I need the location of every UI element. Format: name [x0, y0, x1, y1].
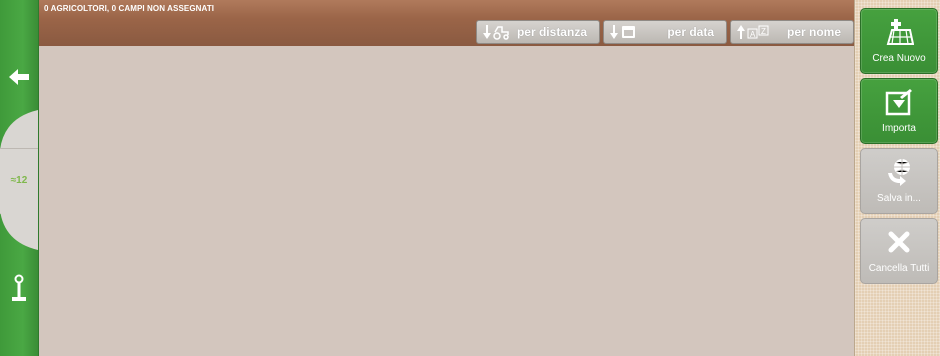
sort-by-distance-button[interactable]: per distanza	[476, 20, 600, 44]
gps-label: ≈12	[10, 174, 28, 186]
sort-by-date-label: per data	[667, 25, 714, 39]
alphabet-sort-icon: A Z	[737, 24, 771, 40]
save-in-button[interactable]: Salva in...	[860, 148, 938, 214]
delete-all-label: Cancella Tutti	[868, 263, 930, 274]
calendar-icon	[610, 24, 638, 40]
sort-by-distance-label: per distanza	[516, 25, 587, 39]
sort-by-name-button[interactable]: A Z per nome	[730, 20, 854, 44]
save-in-label: Salva in...	[877, 193, 921, 204]
close-icon	[888, 227, 910, 257]
import-label: Importa	[882, 123, 916, 134]
action-panel: Crea Nuovo Importa Salva in... Cancella …	[854, 0, 940, 356]
left-rail: ≈12	[0, 0, 39, 356]
save-globe-icon	[884, 157, 914, 187]
delete-all-button[interactable]: Cancella Tutti	[860, 218, 938, 284]
fields-list-area[interactable]	[39, 46, 854, 356]
new-field-icon	[884, 17, 914, 47]
import-icon	[884, 87, 914, 117]
sort-by-name-label: per nome	[786, 25, 841, 39]
svg-text:Z: Z	[761, 27, 766, 36]
gps-signal-icon: ≈12	[0, 170, 38, 190]
create-new-button[interactable]: Crea Nuovo	[860, 8, 938, 74]
joystick-icon[interactable]	[0, 272, 38, 306]
rail-curve-bottom	[0, 210, 38, 250]
tractor-distance-icon	[483, 24, 511, 40]
import-button[interactable]: Importa	[860, 78, 938, 144]
back-arrow-icon[interactable]	[0, 62, 38, 92]
sort-by-date-button[interactable]: per data	[603, 20, 727, 44]
rail-curve-top	[0, 110, 38, 150]
status-text: 0 AGRICOLTORI, 0 CAMPI NON ASSEGNATI	[44, 4, 215, 13]
create-new-label: Crea Nuovo	[872, 53, 926, 64]
svg-text:A: A	[750, 30, 756, 39]
